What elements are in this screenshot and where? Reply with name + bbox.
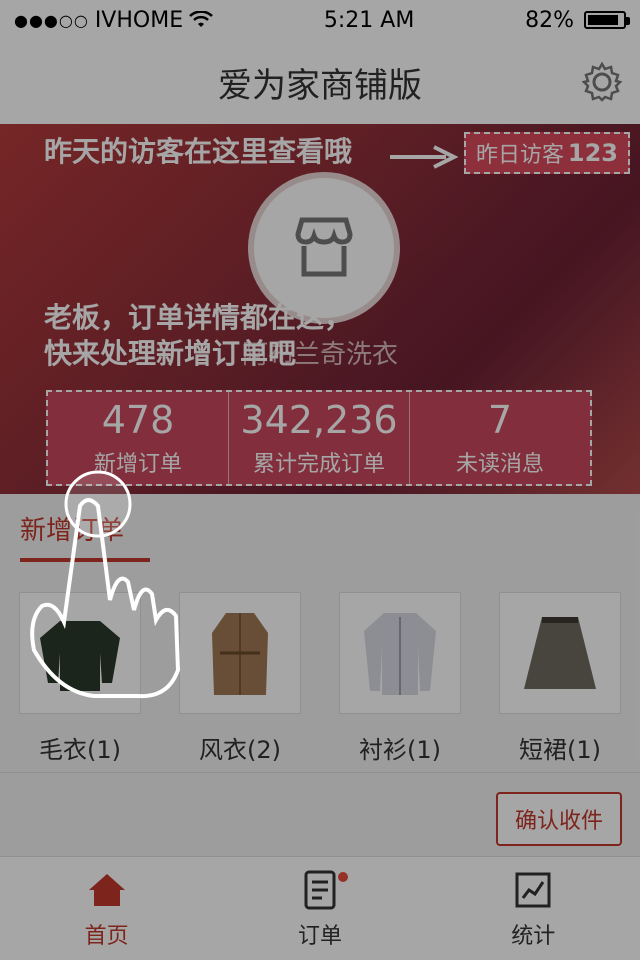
page-title: 爱为家商铺版 — [218, 65, 422, 106]
stat-unread-messages[interactable]: 7 未读消息 — [409, 392, 590, 484]
order-item[interactable]: 毛衣(1) — [19, 592, 141, 765]
battery-icon — [584, 11, 630, 29]
divider — [0, 772, 640, 773]
order-item[interactable]: 短裙(1) — [499, 592, 621, 765]
stats-icon — [515, 872, 551, 908]
trench-coat-thumb — [179, 592, 301, 714]
unread-badge-dot — [337, 872, 348, 882]
stat-value: 7 — [487, 398, 513, 442]
shirt-icon — [364, 613, 436, 695]
arrow-right-icon — [390, 145, 458, 169]
skirt-thumb — [499, 592, 621, 714]
tab-underline — [20, 558, 150, 562]
item-label: 短裙(1) — [519, 736, 601, 764]
item-label: 毛衣(1) — [39, 736, 121, 764]
tab-home[interactable]: 首页 — [27, 868, 187, 950]
stat-label: 累计完成订单 — [252, 452, 385, 477]
store-icon — [295, 217, 353, 277]
carrier-label: IVHOME — [94, 7, 184, 33]
bottom-tab-bar: 首页 订单 统计 — [0, 856, 640, 961]
home-icon — [88, 874, 125, 906]
status-left: ●●●○○ IVHOME — [14, 8, 213, 33]
sweater-icon — [40, 621, 120, 691]
wifi-icon — [189, 11, 213, 27]
gear-icon[interactable] — [580, 60, 624, 104]
stats-panel: 478 新增订单 342,236 累计完成订单 7 未读消息 — [46, 390, 592, 486]
stat-label: 未读消息 — [455, 452, 544, 477]
tab-orders[interactable]: 订单 — [240, 868, 400, 950]
status-right: 82% — [525, 7, 630, 33]
guide-orders-text-1: 老板，订单详情都在这， — [44, 301, 353, 334]
tab-new-orders[interactable]: 新增订单 — [20, 510, 124, 547]
yesterday-visitors-box[interactable]: 昨日访客 123 — [464, 132, 630, 174]
stat-value: 478 — [101, 398, 175, 442]
store-hero: 阿布兰奇洗衣 昨天的访客在这里查看哦 昨日访客 123 老板，订单详情都在这， … — [0, 124, 640, 494]
battery-percent: 82% — [525, 7, 574, 33]
orders-icon — [304, 870, 336, 910]
tab-stats[interactable]: 统计 — [453, 868, 613, 950]
trench-coat-icon — [212, 613, 268, 695]
status-time: 5:21 AM — [323, 7, 415, 33]
confirm-receipt-button[interactable]: 确认收件 — [496, 792, 622, 846]
order-item[interactable]: 风衣(2) — [179, 592, 301, 765]
nav-bar: 爱为家商铺版 — [0, 40, 640, 125]
yesterday-visitors-label: 昨日访客 — [476, 143, 565, 168]
guide-visitors-text: 昨天的访客在这里查看哦 — [44, 135, 353, 168]
stat-completed-orders[interactable]: 342,236 累计完成订单 — [228, 392, 409, 484]
stat-value: 342,236 — [240, 398, 398, 442]
yesterday-visitors-value: 123 — [567, 139, 618, 167]
order-item[interactable]: 衬衫(1) — [339, 592, 461, 765]
status-bar: ●●●○○ IVHOME 5:21 AM 82% — [0, 0, 640, 40]
item-label: 衬衫(1) — [359, 736, 441, 764]
skirt-icon — [524, 617, 596, 689]
shirt-thumb — [339, 592, 461, 714]
sweater-thumb — [19, 592, 141, 714]
stat-new-orders[interactable]: 478 新增订单 — [48, 392, 228, 484]
tab-label: 首页 — [84, 924, 129, 949]
signal-icon: ●●●○○ — [14, 10, 89, 30]
tab-label: 统计 — [511, 924, 556, 949]
tab-label: 订单 — [297, 924, 342, 949]
stat-label: 新增订单 — [93, 452, 182, 477]
guide-orders-text-2: 快来处理新增订单吧 — [44, 337, 297, 370]
item-label: 风衣(2) — [199, 736, 281, 764]
order-items-list: 毛衣(1) 风衣(2) 衬衫(1) 短裙(1) — [19, 592, 621, 765]
